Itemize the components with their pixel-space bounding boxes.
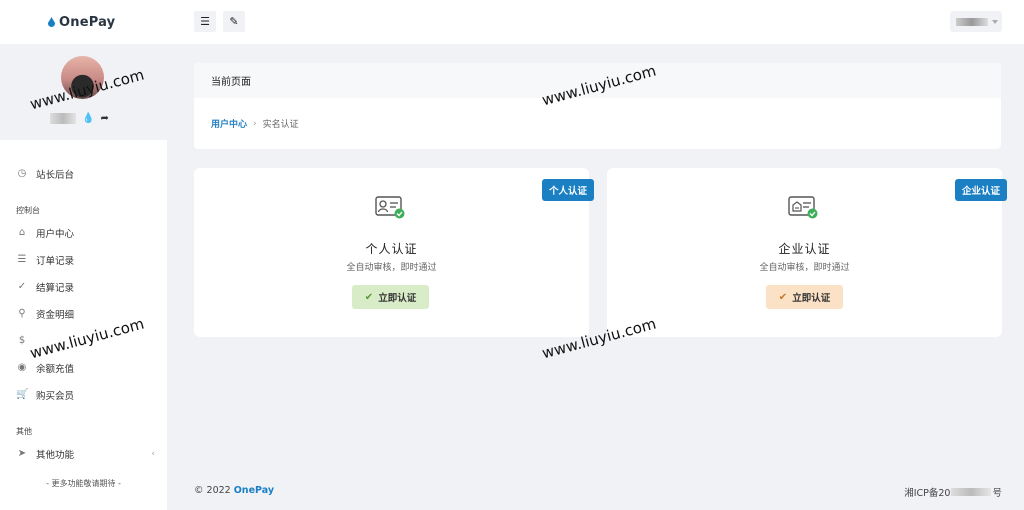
breadcrumb-current: 实名认证 [262, 120, 299, 130]
sidebar-item-user-center[interactable]: ⌂ 用户中心 [0, 219, 167, 246]
sidebar-item-label: 站长后台 [36, 169, 75, 181]
dollar-icon: $ [18, 335, 26, 346]
rocket-icon: ➤ [17, 448, 27, 459]
drop-icon [48, 17, 55, 27]
user-name-blurred [50, 113, 76, 124]
sidebar-item-label: 余额充值 [36, 363, 75, 375]
company-card-subtitle: 全自动审核，即时通过 [759, 263, 850, 273]
icp-suffix: 号 [992, 488, 1002, 499]
user-dropdown[interactable] [950, 11, 1002, 32]
chevron-left-icon: ‹ [151, 448, 155, 459]
home-icon: ⌂ [18, 227, 26, 238]
sidebar-item-label: 结算记录 [36, 282, 75, 294]
menu-section-other: 其他 [16, 427, 32, 436]
list-icon: ☰ [17, 254, 27, 265]
dashboard-icon: ◷ [17, 168, 27, 179]
company-verification-card: 企业认证 企业认证 全自动审核，即时通过 ✔ 立即认证 [607, 168, 1007, 337]
personal-verification-card: 个人认证 个人认证 全自动审核，即时通过 ✔ 立即认证 [194, 168, 594, 337]
company-badge: 企业认证 [954, 179, 1007, 201]
copyright-text: © 2022 [194, 485, 231, 496]
more-features-tip: - 更多功能敬请期待 - [46, 479, 121, 488]
sidebar-item-other-functions[interactable]: ➤ 其他功能 ‹ [0, 440, 167, 467]
brand-logo[interactable]: OnePay [0, 0, 167, 44]
sidebar-menu: ◷ 站长后台 控制台 ⌂ 用户中心 ☰ 订单记录 ✓ 结算记录 ⚲ 资金明细 $… [0, 160, 167, 467]
sidebar-item-admin[interactable]: ◷ 站长后台 [0, 160, 167, 187]
sidebar-item-label: 购买会员 [36, 390, 75, 402]
caret-down-icon [992, 19, 998, 24]
company-card-title: 企业认证 [778, 242, 831, 256]
sidebar-item-label: 其他功能 [36, 449, 75, 461]
sidebar-item-label: 用户中心 [36, 228, 75, 240]
hamburger-icon: ☰ [200, 15, 210, 28]
topbar: ☰ ✎ [167, 0, 1024, 44]
breadcrumb: 用户中心 › 实名认证 [194, 98, 1001, 149]
icp-number-blurred [951, 488, 992, 496]
footer-copyright: © 2022 OnePay [194, 485, 274, 496]
menu-section-console: 控制台 [16, 206, 40, 215]
personal-verify-label: 立即认证 [378, 293, 417, 304]
brush-icon: ✎ [229, 15, 239, 28]
chevron-right-icon: › [253, 118, 257, 129]
icp-prefix: 湘ICP备20 [904, 488, 951, 499]
personal-card-subtitle: 全自动审核，即时通过 [346, 263, 437, 273]
brand-name: OnePay [59, 14, 116, 30]
sidebar-item-membership[interactable]: 🛒 购买会员 [0, 381, 167, 408]
sidebar-item-orders[interactable]: ☰ 订单记录 [0, 246, 167, 273]
sidebar-item-recharge[interactable]: ◉ 余额充值 [0, 354, 167, 381]
business-license-icon [788, 196, 818, 219]
user-name-blurred [956, 17, 988, 26]
coins-icon: ◉ [17, 362, 27, 373]
search-icon: ⚲ [18, 308, 26, 319]
personal-badge: 个人认证 [541, 179, 594, 201]
check-icon: ✔ [778, 291, 788, 303]
sidebar-item-settlements[interactable]: ✓ 结算记录 [0, 273, 167, 300]
fire-icon[interactable]: 💧 [82, 113, 94, 124]
menu-toggle-button[interactable]: ☰ [194, 11, 216, 32]
check-circle-icon: ✓ [17, 281, 27, 292]
id-card-icon [375, 196, 405, 219]
check-icon: ✔ [364, 291, 374, 303]
theme-button[interactable]: ✎ [223, 11, 245, 32]
logout-icon[interactable]: ➦ [100, 113, 108, 124]
footer-brand-link[interactable]: OnePay [234, 485, 274, 496]
footer-icp[interactable]: 湘ICP备20 号 [904, 485, 1002, 499]
user-meta: 💧 ➦ [50, 113, 109, 124]
cart-icon: 🛒 [16, 389, 29, 400]
personal-card-title: 个人认证 [365, 242, 418, 256]
sidebar-item-label: 资金明细 [36, 309, 75, 321]
personal-verify-button[interactable]: ✔ 立即认证 [352, 285, 429, 309]
breadcrumb-home-link[interactable]: 用户中心 [211, 117, 247, 130]
sidebar-item-label: 订单记录 [36, 255, 75, 267]
company-verify-button[interactable]: ✔ 立即认证 [766, 285, 843, 309]
company-verify-label: 立即认证 [792, 293, 831, 304]
